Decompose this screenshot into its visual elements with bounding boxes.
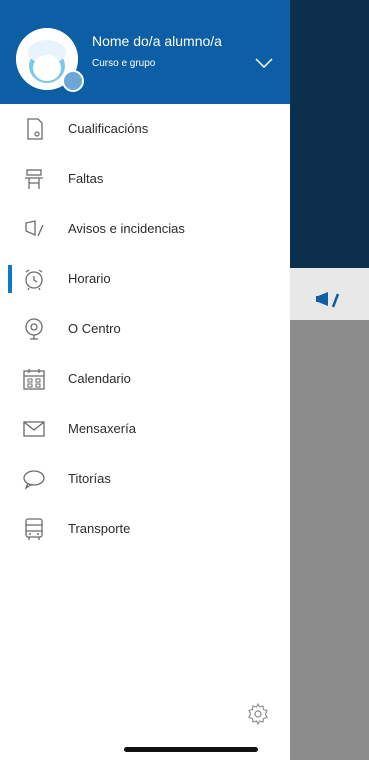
bus-icon bbox=[25, 518, 43, 540]
chevron-down-icon[interactable] bbox=[255, 58, 273, 68]
menu-item-label: Transporte bbox=[68, 521, 131, 536]
menu-item-label: Avisos e incidencias bbox=[68, 221, 185, 236]
calendar-icon bbox=[23, 369, 45, 390]
gear-icon[interactable] bbox=[246, 702, 270, 726]
drawer-menu: Cualificacións Faltas Avisos e incidenci… bbox=[0, 105, 290, 555]
navigation-drawer: Nome do/a alumno/a Curso e grupo Cualifi… bbox=[0, 0, 290, 760]
menu-item-label: Mensaxería bbox=[68, 421, 136, 436]
student-name: Nome do/a alumno/a bbox=[92, 33, 222, 49]
camera-icon[interactable] bbox=[62, 70, 84, 92]
grades-document-icon bbox=[27, 118, 43, 140]
student-group: Curso e grupo bbox=[92, 58, 156, 69]
bell-icon bbox=[25, 318, 43, 340]
home-indicator[interactable] bbox=[124, 747, 258, 752]
menu-item-label: O Centro bbox=[68, 321, 121, 336]
profile-header[interactable]: Nome do/a alumno/a Curso e grupo bbox=[0, 0, 290, 104]
menu-item-o-centro[interactable]: O Centro bbox=[0, 305, 290, 355]
megaphone-icon bbox=[316, 292, 340, 308]
menu-item-faltas[interactable]: Faltas bbox=[0, 155, 290, 205]
menu-item-avisos[interactable]: Avisos e incidencias bbox=[0, 205, 290, 255]
menu-item-transporte[interactable]: Transporte bbox=[0, 505, 290, 555]
chat-bubble-icon bbox=[23, 470, 45, 490]
menu-item-label: Cualificacións bbox=[68, 121, 149, 136]
envelope-icon bbox=[23, 421, 45, 437]
menu-item-label: Faltas bbox=[68, 171, 104, 186]
school-desk-icon bbox=[25, 169, 43, 189]
alarm-clock-icon bbox=[25, 269, 43, 291]
menu-item-calendario[interactable]: Calendario bbox=[0, 355, 290, 405]
menu-item-label: Titorías bbox=[68, 471, 111, 486]
menu-item-titorias[interactable]: Titorías bbox=[0, 455, 290, 505]
menu-item-horario[interactable]: Horario bbox=[0, 255, 290, 305]
megaphone-icon bbox=[25, 220, 44, 237]
menu-item-label: Calendario bbox=[68, 371, 131, 386]
menu-item-mensaxeria[interactable]: Mensaxería bbox=[0, 405, 290, 455]
menu-item-cualificacions[interactable]: Cualificacións bbox=[0, 105, 290, 155]
menu-item-label: Horario bbox=[68, 271, 111, 286]
